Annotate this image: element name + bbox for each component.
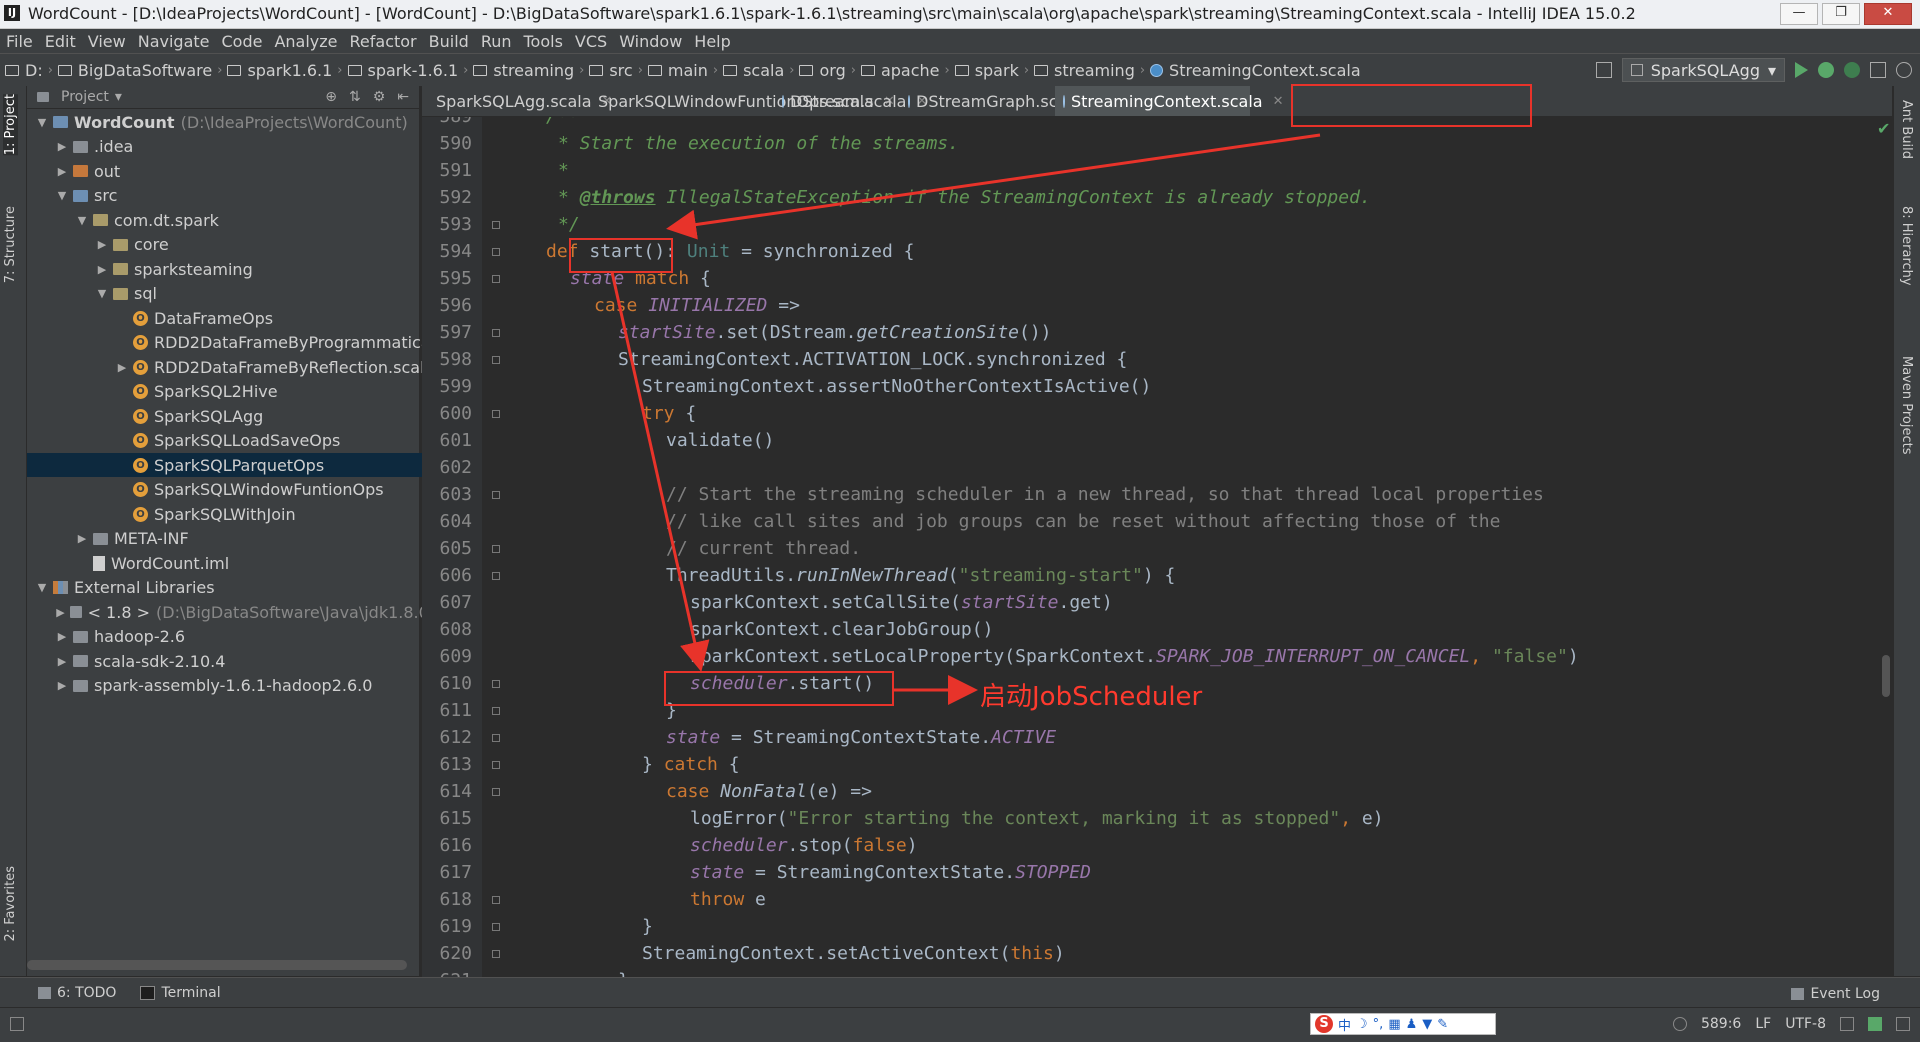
fold-marker-icon[interactable] — [492, 680, 500, 688]
fold-marker-icon[interactable] — [492, 950, 500, 958]
fold-marker-icon[interactable] — [492, 356, 500, 364]
memory-indicator-icon — [1672, 1017, 1687, 1031]
notifications-icon[interactable] — [1896, 1017, 1910, 1031]
lock-icon[interactable] — [1840, 1017, 1854, 1031]
line-separator[interactable]: LF — [1755, 1016, 1771, 1032]
ime-toolbar-icon[interactable]: ✎ — [1437, 1017, 1448, 1032]
event-log-label: Event Log — [1810, 986, 1880, 1002]
tool-tab-todo-label: 6: TODO — [57, 985, 117, 1001]
todo-icon — [38, 987, 51, 999]
fold-marker-icon[interactable] — [492, 572, 500, 580]
status-bar: S 中 ☽ °, ▦ ♟ ▼ ✎ 589:6 LF UTF-8 — [0, 1007, 1920, 1042]
fold-marker-icon[interactable] — [492, 221, 500, 229]
fold-marker-icon[interactable] — [492, 491, 500, 499]
ime-toolbar-icon[interactable]: S — [1315, 1015, 1333, 1033]
fold-marker-icon[interactable] — [492, 923, 500, 931]
fold-marker-icon[interactable] — [492, 761, 500, 769]
ime-toolbar-icon[interactable]: 中 — [1338, 1015, 1351, 1034]
ime-toolbar-icon[interactable]: °, — [1373, 1017, 1384, 1032]
annotation-box-scheduler-start — [664, 671, 894, 706]
ime-toolbar-icon[interactable]: ▦ — [1388, 1017, 1400, 1032]
fold-marker-icon[interactable] — [492, 545, 500, 553]
annotation-label: 启动JobScheduler — [980, 682, 1203, 712]
annotation-arrow-start-to-scheduler — [610, 271, 710, 672]
ime-toolbar-icon[interactable]: ☽ — [1356, 1017, 1368, 1032]
fold-marker-icon[interactable] — [492, 410, 500, 418]
ime-toolbar-icon[interactable]: ▼ — [1422, 1017, 1432, 1032]
event-log-button[interactable]: Event Log — [1791, 986, 1880, 1002]
tool-tab-terminal-label: Terminal — [161, 985, 221, 1001]
file-encoding[interactable]: UTF-8 — [1785, 1016, 1826, 1032]
annotation-box-active-tab — [1291, 84, 1532, 127]
event-log-icon — [1791, 988, 1805, 1000]
fold-marker-icon[interactable] — [492, 896, 500, 904]
terminal-icon — [140, 986, 156, 1000]
annotation-arrow-tab-to-start — [666, 133, 1321, 240]
tool-tab-terminal[interactable]: Terminal — [140, 985, 221, 1001]
annotation-overlay — [569, 84, 1532, 706]
ime-toolbar: S 中 ☽ °, ▦ ♟ ▼ ✎ — [1310, 1013, 1496, 1035]
fold-marker-icon[interactable] — [492, 329, 500, 337]
tool-windows-toggle-icon[interactable] — [10, 1017, 24, 1031]
caret-position[interactable]: 589:6 — [1701, 1016, 1741, 1032]
bottom-tool-bar: 6: TODO Terminal Event Log — [0, 977, 1920, 1008]
fold-marker-icon[interactable] — [492, 788, 500, 796]
fold-marker-icon[interactable] — [492, 707, 500, 715]
tool-tab-todo[interactable]: 6: TODO — [38, 985, 116, 1001]
ime-toolbar-icon[interactable]: ♟ — [1406, 1017, 1418, 1032]
fold-marker-icon[interactable] — [492, 275, 500, 283]
fold-marker-icon[interactable] — [492, 734, 500, 742]
fold-marker-icon[interactable] — [492, 248, 500, 256]
inspector-icon[interactable] — [1868, 1017, 1882, 1031]
annotation-box-start-method — [569, 238, 673, 273]
